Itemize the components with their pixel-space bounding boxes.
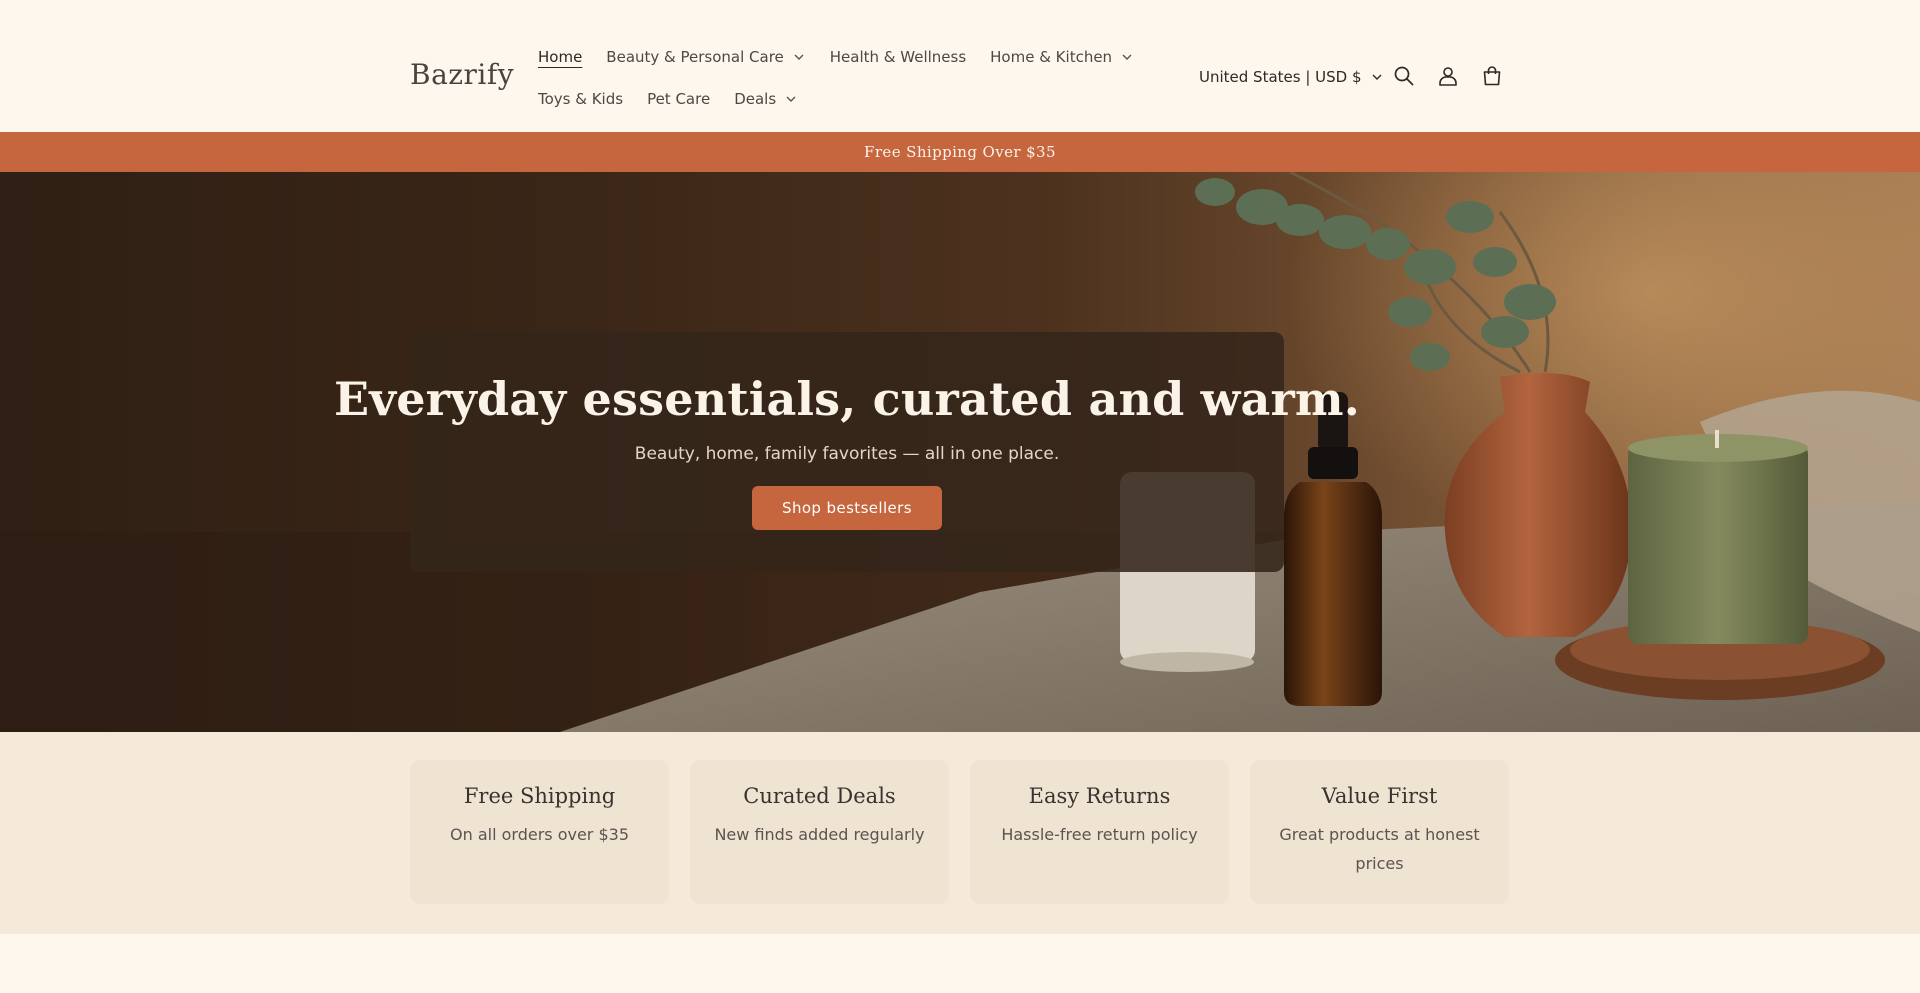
nav-item-label: Home & Kitchen bbox=[990, 48, 1113, 66]
feature-card: Curated Deals New finds added regularly bbox=[690, 760, 949, 904]
country-currency-selector[interactable]: United States | USD $ bbox=[1199, 68, 1384, 86]
feature-card: Value First Great products at honest pri… bbox=[1250, 760, 1509, 904]
nav-item-health[interactable]: Health & Wellness bbox=[830, 47, 966, 67]
brand-logo[interactable]: Bazrify bbox=[410, 58, 514, 91]
announcement-bar: Free Shipping Over $35 bbox=[0, 132, 1920, 172]
nav-item-home-kitchen[interactable]: Home & Kitchen bbox=[990, 47, 1134, 67]
nav-item-beauty[interactable]: Beauty & Personal Care bbox=[606, 47, 805, 67]
feature-card: Easy Returns Hassle-free return policy bbox=[970, 760, 1229, 904]
hero-banner: Everyday essentials, curated and warm. B… bbox=[0, 172, 1920, 732]
nav-item-toys[interactable]: Toys & Kids bbox=[538, 89, 623, 109]
nav-item-label: Deals bbox=[734, 90, 777, 108]
features-section: Free Shipping On all orders over $35 Cur… bbox=[0, 732, 1920, 934]
feature-title: Curated Deals bbox=[743, 784, 896, 808]
hero-title: Everyday essentials, curated and warm. bbox=[334, 372, 1360, 426]
chevron-down-icon bbox=[792, 50, 806, 64]
feature-card: Free Shipping On all orders over $35 bbox=[410, 760, 669, 904]
nav-item-label: Beauty & Personal Care bbox=[606, 48, 784, 66]
nav-item-deals[interactable]: Deals bbox=[734, 89, 798, 109]
nav-item-label: Toys & Kids bbox=[538, 90, 624, 108]
feature-text: Hassle-free return policy bbox=[1001, 825, 1198, 844]
nav-item-pet-care[interactable]: Pet Care bbox=[647, 89, 710, 109]
site-header: Bazrify Home Beauty & Personal Care Heal… bbox=[0, 0, 1920, 132]
announcement-text: Free Shipping Over $35 bbox=[864, 143, 1056, 161]
feature-title: Value First bbox=[1321, 784, 1438, 808]
chevron-down-icon bbox=[1370, 70, 1384, 84]
main-nav-row-1: Home Beauty & Personal Care Health & Wel… bbox=[538, 47, 1158, 67]
chevron-down-icon bbox=[1120, 50, 1134, 64]
hero-card: Everyday essentials, curated and warm. B… bbox=[334, 332, 1360, 572]
hero-subtitle: Beauty, home, family favorites — all in … bbox=[634, 444, 1060, 464]
feature-title: Easy Returns bbox=[1028, 784, 1171, 808]
account-icon[interactable] bbox=[1436, 64, 1460, 88]
feature-title: Free Shipping bbox=[463, 784, 616, 808]
cart-icon[interactable] bbox=[1480, 64, 1504, 88]
nav-item-label: Home bbox=[538, 48, 583, 66]
search-icon[interactable] bbox=[1392, 64, 1416, 88]
feature-text: Great products at honest prices bbox=[1279, 825, 1480, 873]
nav-item-label: Pet Care bbox=[647, 90, 711, 108]
feature-text: On all orders over $35 bbox=[450, 825, 629, 844]
shop-bestsellers-button[interactable]: Shop bestsellers bbox=[752, 486, 942, 530]
nav-item-home[interactable]: Home bbox=[538, 47, 582, 67]
chevron-down-icon bbox=[784, 92, 798, 106]
region-label: United States | USD $ bbox=[1199, 68, 1362, 86]
nav-item-label: Health & Wellness bbox=[829, 48, 967, 66]
feature-text: New finds added regularly bbox=[714, 825, 925, 844]
main-nav-row-2: Toys & Kids Pet Care Deals bbox=[538, 89, 822, 109]
